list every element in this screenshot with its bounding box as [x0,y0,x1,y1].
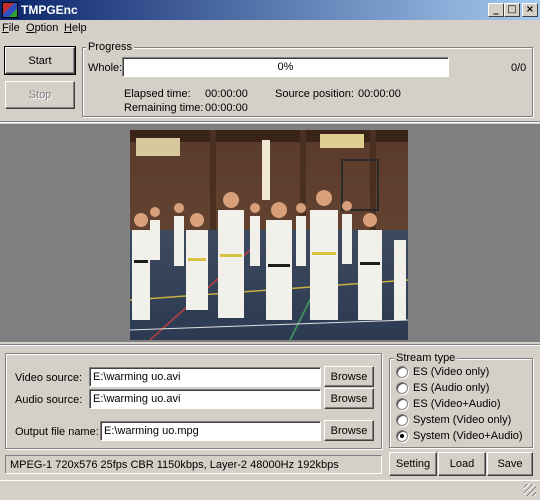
source-position-value: 00:00:00 [358,88,401,100]
video-preview-image [130,130,408,340]
divider-bottom [0,344,540,346]
load-button[interactable]: Load [438,452,486,476]
elapsed-time-label: Elapsed time: [124,88,191,100]
stream-option-es-audio[interactable]: ES (Audio only) [396,382,489,394]
output-browse-button[interactable]: Browse [324,420,374,441]
stream-option-label: System (Video only) [413,414,512,426]
title-bar: TMPGEnc _ □ × [0,0,540,20]
window-title: TMPGEnc [21,3,78,17]
video-source-label: Video source: [15,372,83,384]
whole-progress-value: 0% [277,61,294,73]
menu-option-rest: ption [34,22,59,34]
source-position-label: Source position: [275,88,354,100]
start-button[interactable]: Start [4,46,76,75]
audio-source-label: Audio source: [15,394,83,406]
stream-option-system-video[interactable]: System (Video only) [396,414,511,426]
divider [0,121,540,123]
menu-option[interactable]: Option [26,22,58,34]
stream-option-label: ES (Video+Audio) [413,398,501,410]
stream-option-label: ES (Video only) [413,366,490,378]
whole-label: Whole: [88,62,123,74]
output-file-label: Output file name: [15,426,99,438]
stream-option-system-video-audio[interactable]: System (Video+Audio) [396,430,523,442]
progress-count: 0/0 [511,62,527,74]
setting-button[interactable]: Setting [389,452,437,476]
save-button[interactable]: Save [487,452,533,476]
whole-progress-bar: 0% [122,57,449,77]
stream-option-label: ES (Audio only) [413,382,490,394]
menu-file[interactable]: File [2,22,20,34]
radio-button[interactable] [396,398,408,410]
menu-file-rest: ile [8,22,20,34]
remaining-time-value: 00:00:00 [205,102,248,114]
elapsed-time-value: 00:00:00 [205,88,248,100]
audio-source-field[interactable]: E:\warming uo.avi [89,389,321,409]
preview-area [0,124,540,342]
remaining-time-label: Remaining time: [124,102,204,114]
stream-option-es-video-audio[interactable]: ES (Video+Audio) [396,398,501,410]
menu-help-rest: elp [71,22,87,34]
stop-button[interactable]: Stop [5,81,75,109]
status-bar: MPEG-1 720x576 25fps CBR 1150kbps, Layer… [5,455,382,474]
stream-type-label: Stream type [394,352,458,364]
minimize-button[interactable]: _ [488,3,504,17]
window-footer [0,480,540,500]
menu-bar: File Option Help [0,20,540,38]
progress-group-label: Progress [86,41,135,53]
menu-help[interactable]: Help [64,22,87,34]
output-file-field[interactable]: E:\warming uo.mpg [100,421,321,441]
audio-browse-button[interactable]: Browse [324,388,374,409]
radio-button-checked[interactable] [396,430,408,442]
video-browse-button[interactable]: Browse [324,366,374,387]
radio-button[interactable] [396,414,408,426]
radio-button[interactable] [396,382,408,394]
resize-grip-icon[interactable] [524,484,536,496]
app-icon [2,2,18,18]
radio-button[interactable] [396,366,408,378]
close-button[interactable]: × [522,3,538,17]
stream-option-label: System (Video+Audio) [413,430,523,442]
video-source-field[interactable]: E:\warming uo.avi [89,367,321,387]
maximize-button[interactable]: □ [504,3,520,17]
stream-option-es-video[interactable]: ES (Video only) [396,366,489,378]
